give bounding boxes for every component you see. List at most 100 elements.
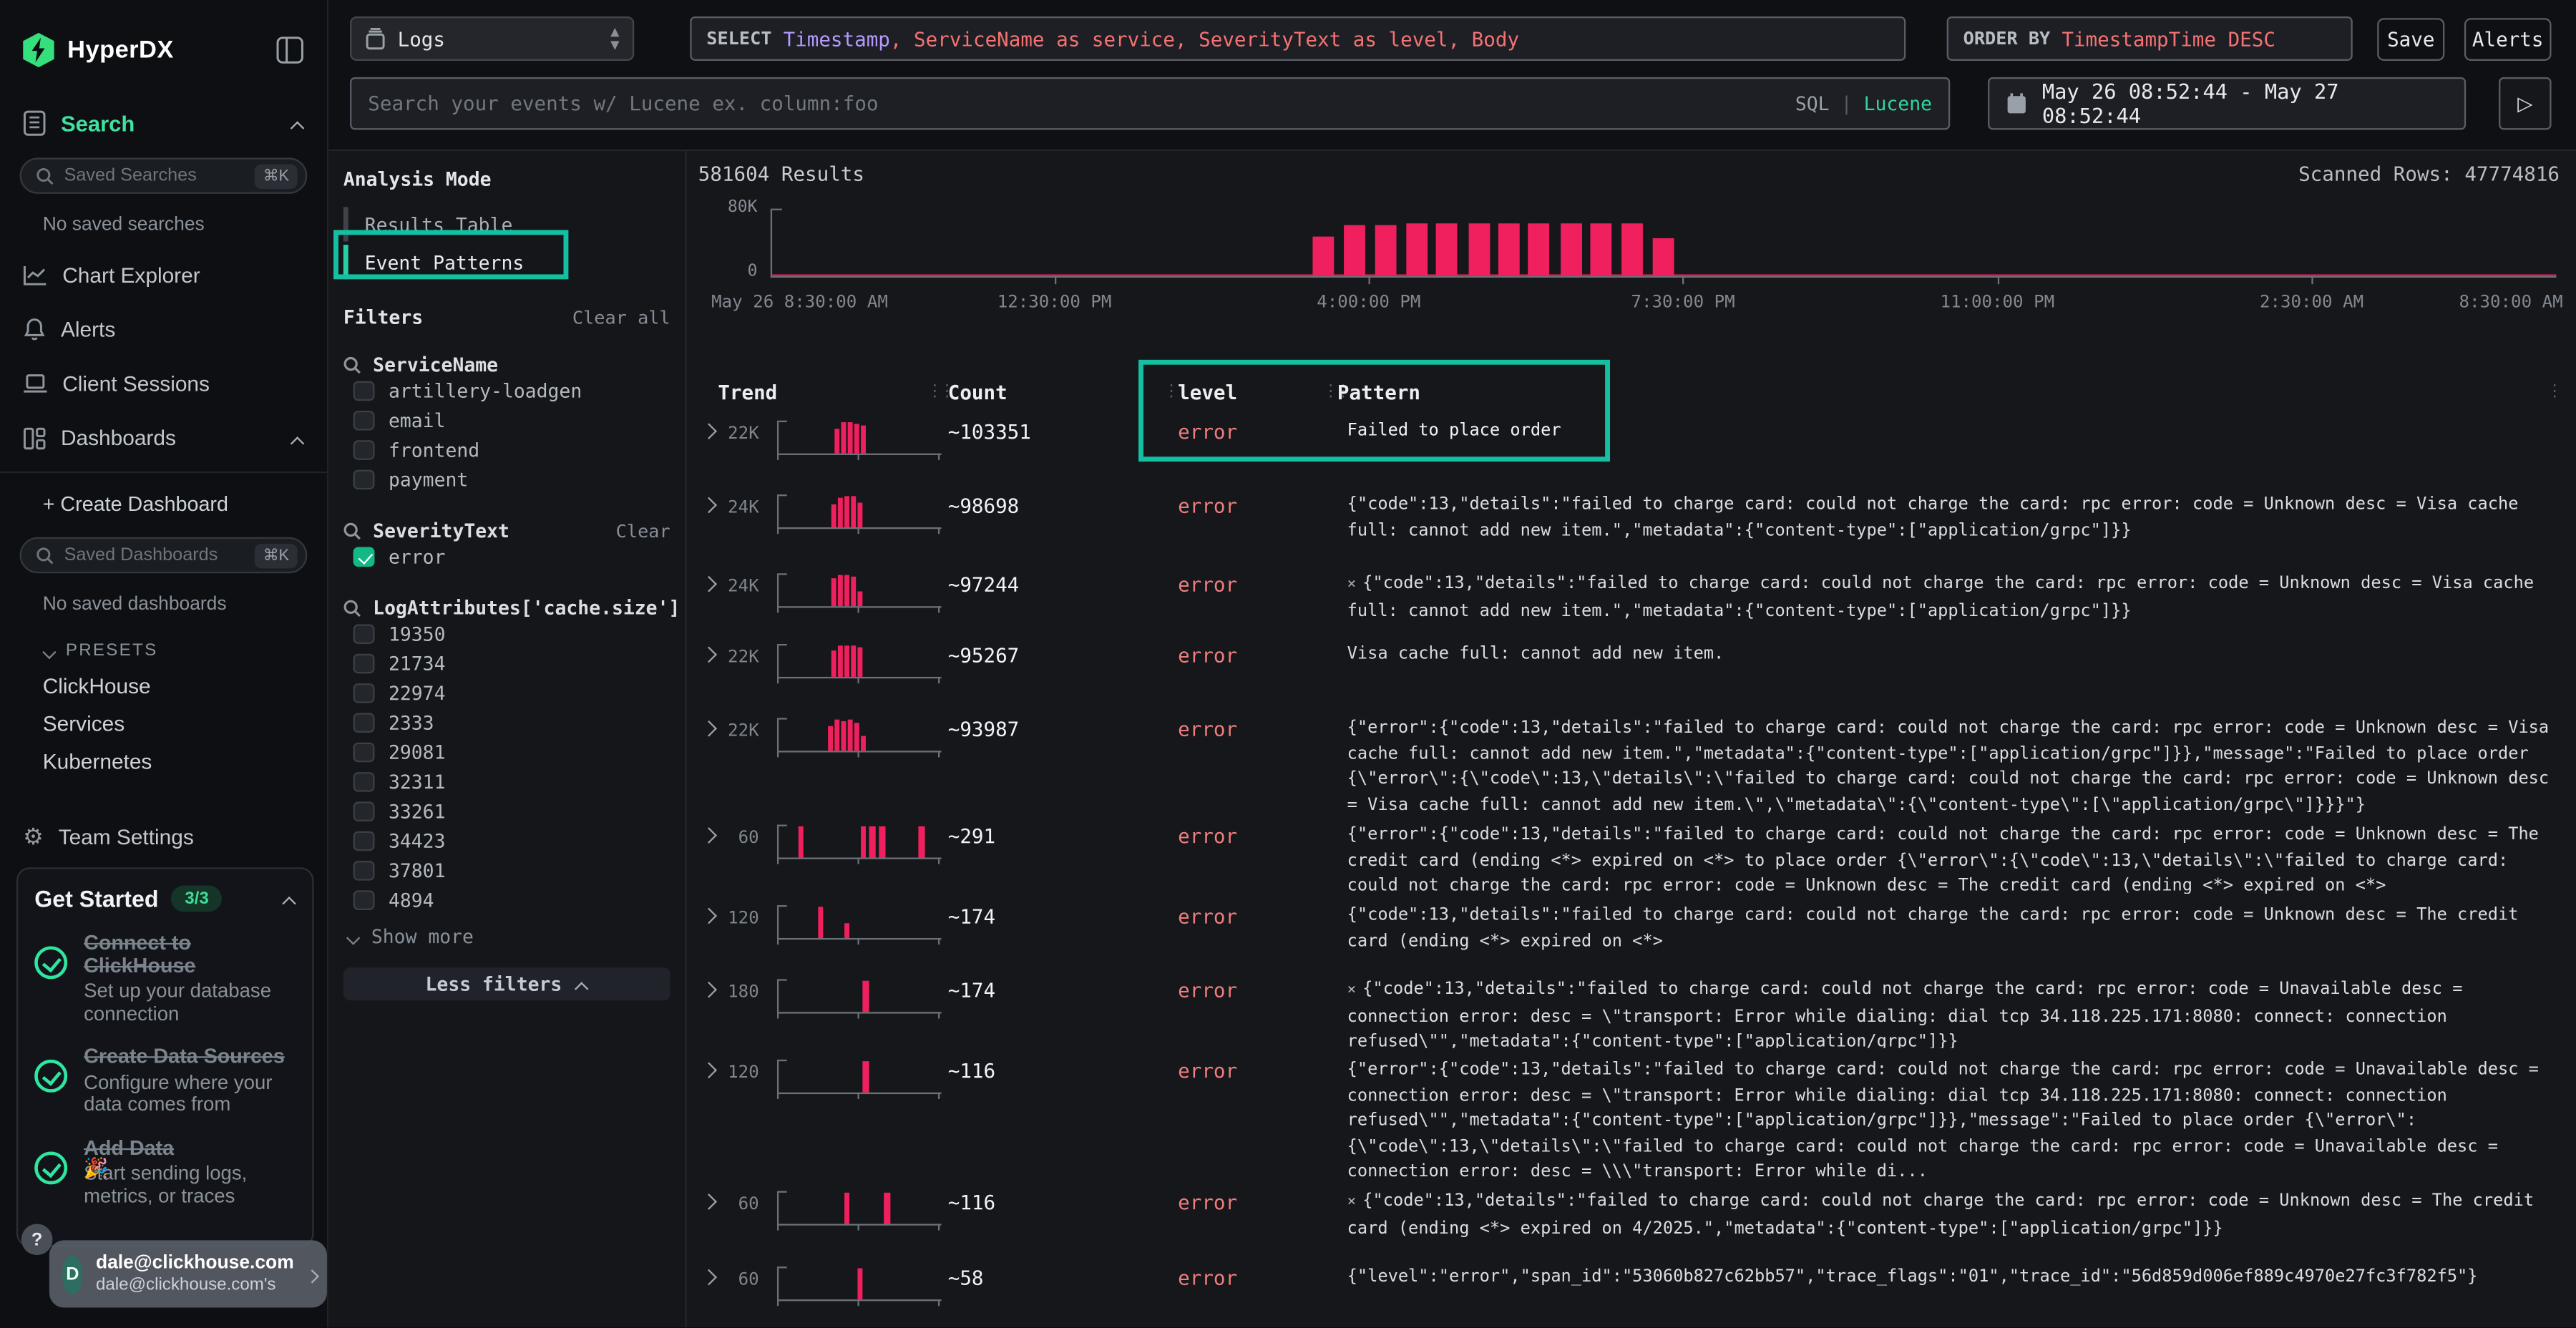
run-query-button[interactable]: ▷ bbox=[2499, 77, 2551, 130]
sql-mode-toggle[interactable]: SQL bbox=[1795, 92, 1830, 115]
lucene-mode-toggle[interactable]: Lucene bbox=[1864, 92, 1932, 115]
table-options-icon[interactable]: ⋮ bbox=[2547, 383, 2563, 401]
pattern-row[interactable]: 22K~93987error{"error":{"code":13,"detai… bbox=[687, 708, 2576, 815]
filter-option-row[interactable]: 33261 bbox=[343, 797, 670, 826]
histogram-bar[interactable] bbox=[1591, 223, 1613, 276]
column-header-level[interactable]: level bbox=[1178, 381, 1237, 404]
histogram-bar[interactable] bbox=[1313, 238, 1335, 276]
filter-option-row[interactable]: 4894 bbox=[343, 886, 670, 915]
sidebar-item-alerts[interactable]: Alerts bbox=[0, 302, 327, 356]
checkbox-icon[interactable] bbox=[353, 381, 374, 401]
preset-item-clickhouse[interactable]: ClickHouse bbox=[0, 660, 327, 698]
filter-option-row[interactable]: 29081 bbox=[343, 738, 670, 767]
histogram-bar[interactable] bbox=[1436, 224, 1458, 276]
histogram-bar[interactable] bbox=[1375, 225, 1397, 276]
order-by-input[interactable]: ORDER BY TimestampTime DESC bbox=[1947, 16, 2353, 61]
histogram-bar[interactable] bbox=[1621, 224, 1643, 276]
histogram-bar[interactable] bbox=[1498, 224, 1520, 276]
less-filters-button[interactable]: Less filters bbox=[343, 967, 670, 1000]
filter-option-row[interactable]: 22974 bbox=[343, 678, 670, 708]
checkbox-icon[interactable] bbox=[353, 742, 374, 763]
select-query-input[interactable]: SELECT Timestamp , ServiceName as servic… bbox=[690, 16, 1906, 61]
checkbox-icon[interactable] bbox=[353, 410, 374, 431]
get-started-step[interactable]: Add DataStart sending logs, metrics, or … bbox=[34, 1138, 296, 1208]
pattern-row[interactable]: 22K~103351errorFailed to place order bbox=[687, 411, 2576, 484]
checkbox-icon[interactable] bbox=[353, 801, 374, 822]
pattern-row[interactable]: 60~291error{"error":{"code":13,"details"… bbox=[687, 815, 2576, 896]
filter-option-row[interactable]: 21734 bbox=[343, 649, 670, 678]
filter-option-row[interactable]: payment bbox=[343, 465, 670, 494]
saved-dashboards-input[interactable]: Saved Dashboards ⌘K bbox=[20, 537, 308, 574]
histogram-bar[interactable] bbox=[1405, 224, 1427, 276]
get-started-step[interactable]: Create Data SourcesConfigure where your … bbox=[34, 1047, 296, 1117]
checkbox-checked-icon[interactable] bbox=[353, 547, 374, 567]
pattern-cell[interactable]: ×{"code":13,"details":"failed to charge … bbox=[1347, 977, 2560, 1048]
results-histogram[interactable]: 80K 0 May 26 8:30:00 AM12:30:00 PM4:00:0… bbox=[698, 187, 2557, 368]
column-header-trend[interactable]: Trend bbox=[718, 381, 777, 404]
filter-option-row[interactable]: 37801 bbox=[343, 856, 670, 885]
pattern-row[interactable]: 120~174error{"code":13,"details":"failed… bbox=[687, 895, 2576, 969]
pattern-row[interactable]: 60~58error{"level":"error","span_id":"53… bbox=[687, 1256, 2576, 1327]
filter-option-row[interactable]: frontend bbox=[343, 435, 670, 464]
clear-all-filters-button[interactable]: Clear all bbox=[572, 307, 670, 328]
help-button[interactable]: ? bbox=[21, 1224, 53, 1255]
sidebar-item-chart-explorer[interactable]: Chart Explorer bbox=[0, 248, 327, 303]
sidebar-collapse-icon[interactable] bbox=[276, 36, 304, 64]
pattern-row[interactable]: 60~116error×{"code":13,"details":"failed… bbox=[687, 1181, 2576, 1257]
histogram-bar[interactable] bbox=[1561, 224, 1582, 276]
show-more-button[interactable]: Show more bbox=[343, 925, 670, 948]
filter-option-row[interactable]: 34423 bbox=[343, 826, 670, 856]
pattern-cell[interactable]: {"level":"error","span_id":"53060b827c62… bbox=[1347, 1265, 2560, 1326]
checkbox-icon[interactable] bbox=[353, 653, 374, 674]
filter-option-row[interactable]: artillery-loadgen bbox=[343, 376, 670, 406]
pattern-cell[interactable]: Failed to place order bbox=[1347, 419, 2560, 483]
user-menu[interactable]: D dale@clickhouse.com dale@clickhouse.co… bbox=[49, 1240, 327, 1307]
pattern-cell[interactable]: ×{"code":13,"details":"failed to charge … bbox=[1347, 572, 2560, 633]
filter-option-row[interactable]: 2333 bbox=[343, 708, 670, 738]
presets-header[interactable]: PRESETS bbox=[0, 615, 327, 660]
search-bar[interactable]: SQL | Lucene bbox=[350, 77, 1950, 130]
checkbox-icon[interactable] bbox=[353, 831, 374, 851]
pattern-row[interactable]: 180~174error×{"code":13,"details":"faile… bbox=[687, 970, 2576, 1050]
checkbox-icon[interactable] bbox=[353, 713, 374, 733]
checkbox-icon[interactable] bbox=[353, 772, 374, 793]
filter-option-row[interactable]: error bbox=[343, 542, 670, 572]
preset-item-services[interactable]: Services bbox=[0, 698, 327, 736]
save-button[interactable]: Save bbox=[2377, 18, 2444, 61]
pattern-row[interactable]: 24K~98698error{"code":13,"details":"fail… bbox=[687, 484, 2576, 563]
analysis-mode-results-table[interactable]: Results Table bbox=[343, 207, 670, 241]
pattern-cell[interactable]: {"error":{"code":13,"details":"failed to… bbox=[1347, 1058, 2560, 1180]
pattern-row[interactable]: 24K~97244error×{"code":13,"details":"fai… bbox=[687, 564, 2576, 635]
checkbox-icon[interactable] bbox=[353, 440, 374, 461]
search-input[interactable] bbox=[368, 92, 1795, 115]
alerts-button[interactable]: Alerts bbox=[2464, 18, 2552, 61]
saved-searches-input[interactable]: Saved Searches ⌘K bbox=[20, 157, 308, 194]
filter-group-clear-button[interactable]: Clear bbox=[616, 520, 670, 542]
pattern-cell[interactable]: {"error":{"code":13,"details":"failed to… bbox=[1347, 716, 2560, 813]
chevron-up-icon[interactable] bbox=[291, 431, 303, 444]
sidebar-item-search[interactable]: Search bbox=[0, 67, 327, 136]
pattern-cell[interactable]: {"code":13,"details":"failed to charge c… bbox=[1347, 904, 2560, 968]
chevron-up-icon[interactable] bbox=[283, 892, 296, 905]
sidebar-item-client-sessions[interactable]: Client Sessions bbox=[0, 356, 327, 411]
create-dashboard-button[interactable]: + Create Dashboard bbox=[0, 473, 327, 516]
pattern-cell[interactable]: {"error":{"code":13,"details":"failed to… bbox=[1347, 823, 2560, 894]
pattern-row[interactable]: 22K~95267errorVisa cache full: cannot ad… bbox=[687, 634, 2576, 708]
pattern-cell[interactable]: {"code":13,"details":"failed to charge c… bbox=[1347, 493, 2560, 562]
sidebar-item-dashboards[interactable]: Dashboards bbox=[0, 411, 327, 465]
filter-option-row[interactable]: 32311 bbox=[343, 767, 670, 796]
get-started-step[interactable]: Connect to ClickHouseSet up your databas… bbox=[34, 933, 296, 1025]
source-select[interactable]: Logs ▲▼ bbox=[350, 16, 634, 61]
histogram-bar[interactable] bbox=[1528, 223, 1550, 276]
histogram-bar[interactable] bbox=[1468, 223, 1489, 276]
filter-option-row[interactable]: email bbox=[343, 406, 670, 435]
checkbox-icon[interactable] bbox=[353, 860, 374, 881]
checkbox-icon[interactable] bbox=[353, 469, 374, 490]
histogram-bar[interactable] bbox=[1343, 225, 1365, 276]
preset-item-kubernetes[interactable]: Kubernetes bbox=[0, 736, 327, 774]
chevron-up-icon[interactable] bbox=[291, 117, 303, 130]
filter-option-row[interactable]: 19350 bbox=[343, 620, 670, 649]
checkbox-icon[interactable] bbox=[353, 890, 374, 911]
pattern-cell[interactable]: ×{"code":13,"details":"failed to charge … bbox=[1347, 1189, 2560, 1255]
analysis-mode-event-patterns[interactable]: Event Patterns bbox=[343, 245, 670, 279]
